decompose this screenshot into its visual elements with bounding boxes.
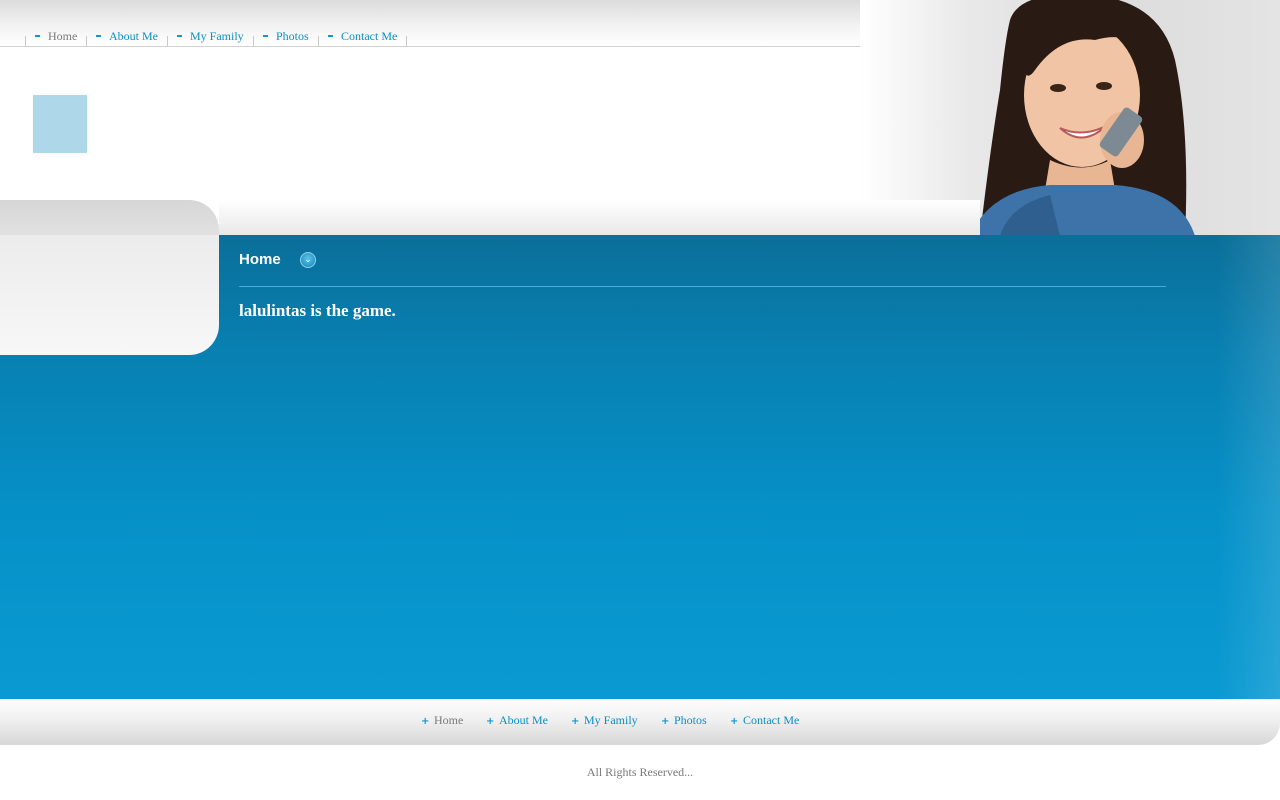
nav-bullet-icon: [35, 35, 40, 38]
nav-separator: [167, 36, 168, 46]
title-divider: [239, 286, 1166, 287]
nav-separator: [86, 36, 87, 46]
footer-nav-contact-me[interactable]: + Contact Me: [730, 713, 799, 728]
nav-separator: [253, 36, 254, 46]
left-sidebar-panel-lower: [0, 235, 219, 355]
plus-icon: +: [571, 716, 580, 727]
top-nav: Home About Me My Family Photos Contact M…: [0, 0, 980, 47]
page-title: Home: [239, 251, 281, 268]
plus-icon: +: [661, 716, 670, 727]
plus-icon: +: [730, 716, 739, 727]
content-body-text: lalulintas is the game.: [239, 301, 396, 320]
nav-separator: [25, 36, 26, 46]
top-nav-contact-me[interactable]: Contact Me: [328, 29, 397, 47]
chevron-down-icon[interactable]: ⌄: [300, 252, 316, 268]
nav-bullet-icon: [177, 35, 182, 38]
top-nav-home[interactable]: Home: [35, 29, 77, 47]
nav-bullet-icon: [328, 35, 333, 38]
top-nav-photos[interactable]: Photos: [263, 29, 309, 47]
nav-separator: [406, 36, 407, 46]
nav-bullet-icon: [96, 35, 101, 38]
plus-icon: +: [421, 716, 430, 727]
header-transition-strip: [219, 200, 980, 235]
footer-bar: [0, 699, 1280, 745]
plus-icon: +: [486, 716, 495, 727]
nav-bullet-icon: [263, 35, 268, 38]
footer-nav-photos[interactable]: + Photos: [661, 713, 707, 728]
footer-nav-home[interactable]: + Home: [421, 713, 463, 728]
top-nav-about-me[interactable]: About Me: [96, 29, 158, 47]
footer-nav-my-family[interactable]: + My Family: [571, 713, 638, 728]
nav-separator: [318, 36, 319, 46]
copyright-text: All Rights Reserved...: [586, 765, 694, 779]
logo-placeholder: [33, 95, 87, 153]
top-nav-my-family[interactable]: My Family: [177, 29, 244, 47]
footer-nav-about-me[interactable]: + About Me: [486, 713, 548, 728]
